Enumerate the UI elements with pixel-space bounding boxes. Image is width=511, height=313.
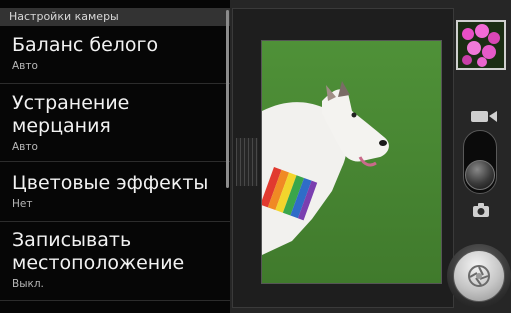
panel-grip-handle[interactable] bbox=[236, 138, 258, 186]
camera-viewfinder[interactable] bbox=[261, 40, 442, 284]
setting-anti-flicker[interactable]: Устранение мерцания Авто bbox=[0, 92, 230, 162]
flowers-thumbnail-image bbox=[458, 22, 504, 68]
setting-title: Баланс белого bbox=[12, 34, 159, 56]
viewfinder-scene bbox=[262, 41, 441, 283]
camera-settings-panel: Настройки камеры Баланс белого Авто Устр… bbox=[0, 0, 230, 313]
setting-white-balance[interactable]: Баланс белого Авто bbox=[0, 34, 230, 84]
setting-color-effects[interactable]: Цветовые эффекты Нет bbox=[0, 172, 230, 222]
shutter-icon bbox=[468, 265, 490, 287]
setting-value: Авто bbox=[12, 141, 38, 153]
setting-title: Цветовые эффекты bbox=[12, 172, 209, 194]
settings-header: Настройки камеры bbox=[0, 8, 230, 26]
settings-scrollbar[interactable] bbox=[226, 10, 229, 188]
camera-mode-switch-knob[interactable] bbox=[465, 160, 495, 190]
setting-store-location[interactable]: Записывать местоположение Выкл. bbox=[0, 229, 230, 301]
setting-title: Записывать местоположение bbox=[12, 229, 185, 274]
gallery-thumbnail[interactable] bbox=[456, 20, 506, 70]
photo-camera-icon[interactable] bbox=[472, 202, 490, 218]
setting-value: Выкл. bbox=[12, 278, 44, 290]
setting-value: Авто bbox=[12, 60, 38, 72]
setting-title: Устранение мерцания bbox=[12, 92, 130, 137]
setting-value: Нет bbox=[12, 198, 33, 210]
video-camera-icon[interactable] bbox=[470, 108, 498, 124]
